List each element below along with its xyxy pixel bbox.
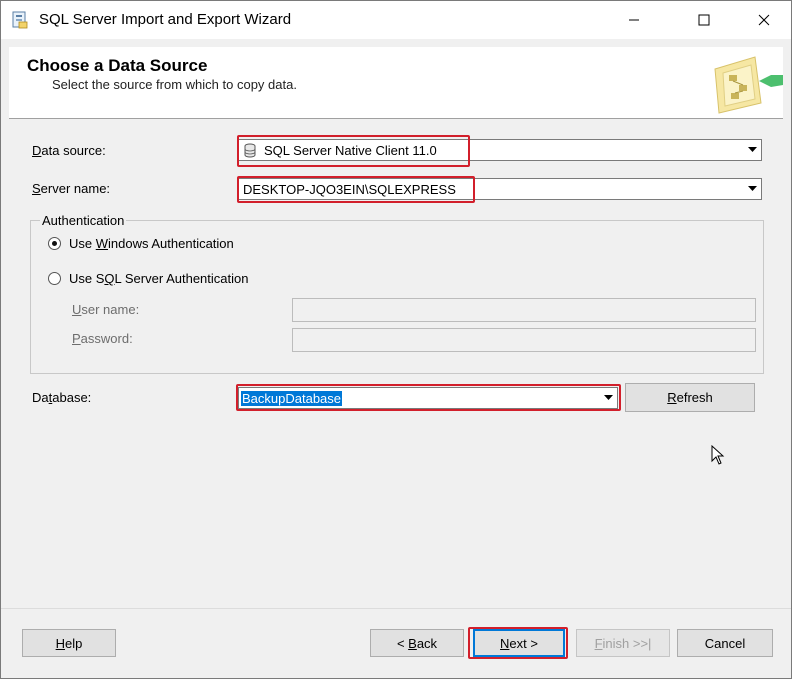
refresh-button[interactable]: Refresh: [625, 383, 755, 412]
chevron-down-icon: [603, 395, 613, 400]
data-source-value: SQL Server Native Client 11.0: [264, 143, 437, 158]
close-icon: [758, 14, 770, 26]
minimize-icon: [629, 19, 639, 21]
minimize-button[interactable]: [611, 1, 657, 39]
password-label: Password:: [72, 331, 133, 346]
page-subtitle: Select the source from which to copy dat…: [52, 77, 297, 92]
window-title: SQL Server Import and Export Wizard: [39, 11, 292, 28]
windows-auth-label: Use Windows Authentication: [69, 236, 234, 251]
user-name-label: User name:: [72, 302, 140, 317]
wizard-window: SQL Server Import and Export Wizard Choo…: [0, 0, 792, 679]
next-button[interactable]: Next >: [473, 629, 565, 657]
radio-selected-icon: [48, 237, 61, 250]
server-name-arrow[interactable]: [743, 179, 761, 199]
password-field[interactable]: [292, 328, 756, 352]
cancel-button[interactable]: Cancel: [677, 629, 773, 657]
sql-auth-radio[interactable]: Use SQL Server Authentication: [48, 271, 248, 286]
page-title: Choose a Data Source: [27, 56, 208, 75]
data-source-arrow[interactable]: [743, 140, 761, 160]
data-source-label: Data source:: [32, 143, 106, 158]
help-button-label: Help: [55, 635, 83, 651]
sql-auth-label: Use SQL Server Authentication: [69, 271, 249, 286]
windows-auth-radio[interactable]: Use Windows Authentication: [48, 236, 234, 251]
database-icon: [244, 143, 256, 158]
database-label: Database:: [32, 390, 92, 405]
database-arrow[interactable]: [599, 388, 617, 408]
mouse-cursor-icon: [711, 445, 725, 465]
data-source-dropdown[interactable]: SQL Server Native Client 11.0: [238, 139, 762, 161]
authentication-legend: Authentication: [40, 213, 127, 228]
back-button[interactable]: < Back: [370, 629, 464, 657]
maximize-button[interactable]: [681, 1, 727, 39]
back-button-label: < Back: [396, 635, 438, 651]
next-button-label: Next >: [500, 635, 538, 651]
cancel-button-label: Cancel: [704, 635, 746, 651]
database-dropdown[interactable]: BackupDatabase: [238, 387, 618, 409]
title-bar: SQL Server Import and Export Wizard: [1, 1, 791, 39]
data-flow-icon: [714, 56, 783, 114]
wizard-header: Choose a Data Source Select the source f…: [9, 47, 783, 119]
server-name-label: Server name:: [32, 181, 111, 196]
help-button[interactable]: Help: [22, 629, 116, 657]
database-value: BackupDatabase: [241, 391, 343, 406]
finish-button-label: Finish >>|: [594, 635, 652, 651]
maximize-icon: [698, 14, 710, 26]
server-name-dropdown[interactable]: DESKTOP-JQO3EIN\SQLEXPRESS: [238, 178, 762, 200]
refresh-button-label: Refresh: [667, 390, 713, 405]
footer-divider: [1, 608, 791, 609]
user-name-field[interactable]: [292, 298, 756, 322]
close-button[interactable]: [741, 1, 787, 39]
server-name-value: DESKTOP-JQO3EIN\SQLEXPRESS: [243, 182, 456, 197]
wizard-app-icon: [12, 11, 28, 29]
chevron-down-icon: [747, 147, 757, 152]
radio-unselected-icon: [48, 272, 61, 285]
chevron-down-icon: [747, 186, 757, 191]
finish-button[interactable]: Finish >>|: [576, 629, 670, 657]
